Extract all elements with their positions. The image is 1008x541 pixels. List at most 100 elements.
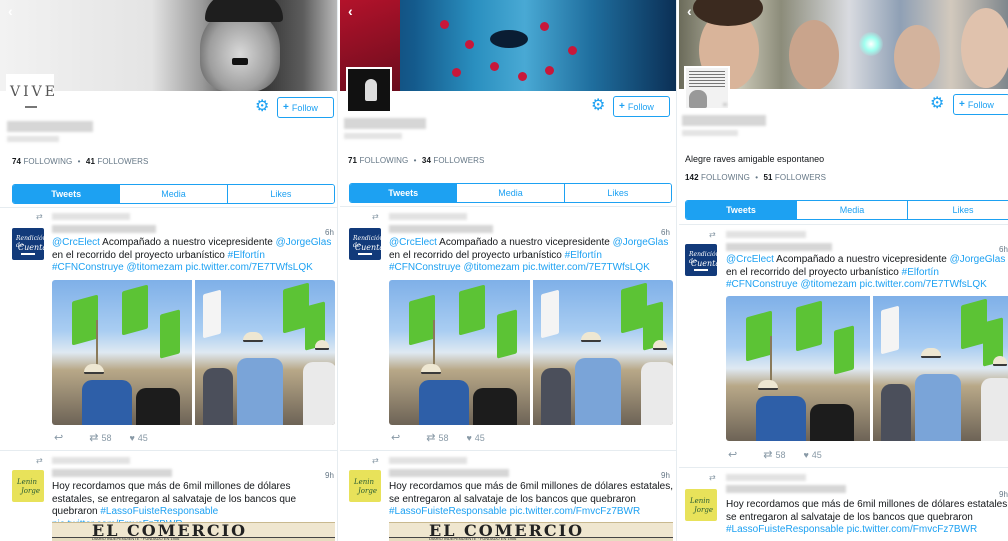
stats-separator: • [413,156,417,165]
followers-label[interactable]: FOLLOWERS [433,156,484,165]
tweet-text: @CrcElect Acompañado a nuestro vicepresi… [726,254,1008,292]
gear-icon[interactable]: ⚙ [930,96,944,112]
reply-icon[interactable]: ↩ [54,431,63,444]
tweet-photo[interactable] [195,280,335,425]
add-user-icon: + [283,102,289,113]
followers-count[interactable]: 51 [763,173,772,182]
tweet-photo[interactable] [52,280,192,425]
tweet-time[interactable]: 6h [325,228,334,237]
hashtag-link[interactable]: #CFNConstruye [52,262,124,273]
hashtag-link[interactable]: #LassoFuisteResponsable [726,524,844,535]
back-icon[interactable]: ‹ [348,4,353,18]
add-user-icon: + [619,101,625,112]
mention-link[interactable]: @CrcElect [389,237,437,248]
like-icon[interactable]: ♥ [466,433,471,443]
mention-link[interactable]: @CrcElect [52,237,100,248]
tweet-photo[interactable] [532,280,673,425]
followers-count[interactable]: 34 [422,156,431,165]
hashtag-link[interactable]: #CFNConstruye [726,279,798,290]
retweet-count: 58 [438,432,449,443]
tweet-time[interactable]: 9h [325,471,334,480]
media-link[interactable]: pic.twitter.com/7E7TWfsLQK [523,262,650,273]
tweet-time[interactable]: 9h [661,471,670,480]
following-count[interactable]: 142 [685,173,699,182]
profile-panel-3: ‹ ⚙ + Follow Alegre raves amigable espon… [679,0,1008,541]
blurred-handle [7,136,59,142]
media-link[interactable]: pic.twitter.com/7E7TWfsLQK [860,279,987,290]
retweet-icon[interactable]: ⇄ [89,431,98,444]
tab-media[interactable]: Media [457,184,565,202]
tweet-author-avatar[interactable]: Rendición de Cuentas [12,228,51,260]
hashtag-link[interactable]: #Elfortín [228,250,265,261]
tweet-media[interactable] [52,280,335,425]
following-label[interactable]: FOLLOWING [359,156,408,165]
like-icon[interactable]: ♥ [129,433,134,443]
mention-link[interactable]: @titomezam [800,279,856,290]
tweet-media-newspaper[interactable]: EL COMERCIO DIARIO INDEPENDIENTE · FUNDA… [389,522,673,541]
hashtag-link[interactable]: #CFNConstruye [389,262,461,273]
mention-link[interactable]: @JorgeGlas [613,237,669,248]
tweet-photo[interactable] [872,296,1008,441]
follow-button[interactable]: + Follow [277,97,334,118]
media-link[interactable]: pic.twitter.com/FmvcFz7BWR [847,524,978,535]
mention-link[interactable]: @titomezam [463,262,519,273]
tweet-author-avatar[interactable]: Lenin Jorge [12,470,44,502]
tweet-author-avatar[interactable]: Rendición de Cuentas [349,228,388,260]
back-icon[interactable]: ‹ [8,4,13,18]
tweet-media[interactable] [389,280,673,425]
mention-link[interactable]: @JorgeGlas [950,254,1006,265]
tweet-media[interactable] [726,296,1008,441]
tweet-author-avatar[interactable]: Rendición de Cuentas [685,244,724,276]
tab-likes[interactable]: Likes [564,184,671,202]
media-link[interactable]: pic.twitter.com/FmvcFz7BWR [510,506,641,517]
reply-icon[interactable]: ↩ [391,431,400,444]
retweet-count: 58 [775,449,786,460]
mention-link[interactable]: @CrcElect [726,254,774,265]
tweet-time[interactable]: 6h [999,245,1008,254]
hashtag-link[interactable]: #Elfortín [902,267,939,278]
mention-link[interactable]: @JorgeGlas [276,237,332,248]
tab-tweets[interactable]: Tweets [686,201,797,219]
following-label[interactable]: FOLLOWING [23,157,72,166]
reply-icon[interactable]: ↩ [728,448,737,461]
tab-tweets[interactable]: Tweets [13,185,121,203]
followers-label[interactable]: FOLLOWERS [775,173,826,182]
follow-button[interactable]: + Follow [613,96,670,117]
retweet-icon[interactable]: ⇄ [426,431,435,444]
tweet-author-avatar[interactable]: Lenin Jorge [685,489,717,521]
tab-likes[interactable]: Likes [908,201,1008,219]
tweet-media-newspaper[interactable]: EL COMERCIO DIARIO INDEPENDIENTE · FUNDA… [52,522,335,541]
mention-link[interactable]: @titomezam [126,262,182,273]
newspaper-strip-text: DIARIO INDEPENDIENTE · FUNDADO EN 1906 [429,536,517,541]
follow-button[interactable]: + Follow [953,94,1008,115]
followers-count[interactable]: 41 [86,157,95,166]
tweet-photo[interactable] [726,296,870,441]
following-count[interactable]: 74 [12,157,21,166]
tweet-author-avatar[interactable]: Lenin Jorge [349,470,381,502]
media-link[interactable]: pic.twitter.com/7E7TWfsLQK [186,262,313,273]
divider [679,224,1008,225]
tweet-time[interactable]: 6h [661,228,670,237]
gear-icon[interactable]: ⚙ [591,98,605,114]
hashtag-link[interactable]: #LassoFuisteResponsable [389,506,507,517]
back-icon[interactable]: ‹ [687,4,692,18]
tweet-time[interactable]: 9h [999,490,1008,499]
like-icon[interactable]: ♥ [803,450,808,460]
tab-tweets[interactable]: Tweets [350,184,458,202]
blurred-author-name [389,225,493,233]
tab-media[interactable]: Media [797,201,908,219]
tab-likes[interactable]: Likes [227,185,334,203]
profile-avatar[interactable] [346,67,392,113]
tab-media[interactable]: Media [120,185,228,203]
followers-label[interactable]: FOLLOWERS [97,157,148,166]
following-count[interactable]: 71 [348,156,357,165]
following-label[interactable]: FOLLOWING [701,173,750,182]
tweet-photo[interactable] [389,280,530,425]
profile-avatar[interactable]: VIVE [6,74,55,122]
hashtag-link[interactable]: #LassoFuisteResponsable [100,506,218,517]
gear-icon[interactable]: ⚙ [255,99,269,115]
avatar-bar [694,269,708,271]
retweet-icon[interactable]: ⇄ [763,448,772,461]
hashtag-link[interactable]: #Elfortín [565,250,602,261]
blurred-retweeter-name [52,457,130,464]
